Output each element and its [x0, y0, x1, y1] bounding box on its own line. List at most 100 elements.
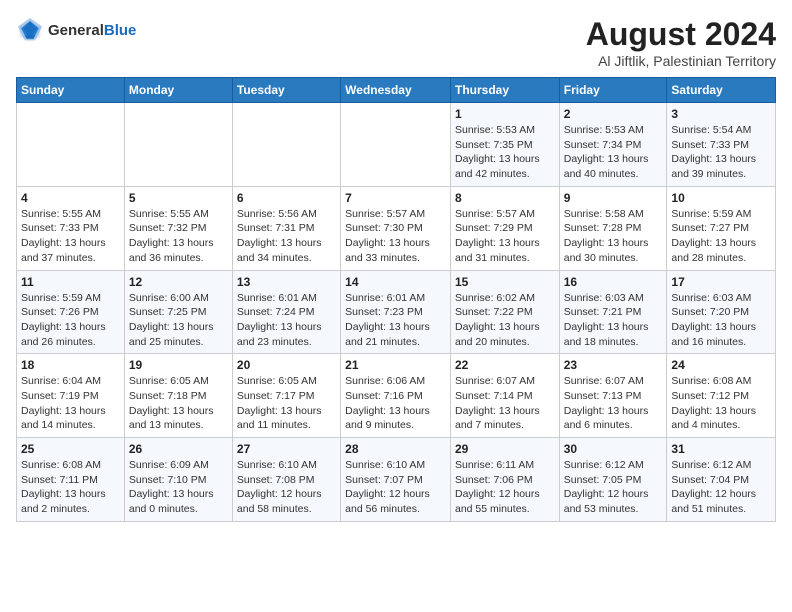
calendar-cell: 16Sunrise: 6:03 AMSunset: 7:21 PMDayligh…: [559, 270, 667, 354]
page-subtitle: Al Jiftlik, Palestinian Territory: [586, 53, 776, 69]
calendar-cell: [124, 103, 232, 187]
calendar-cell: 5Sunrise: 5:55 AMSunset: 7:32 PMDaylight…: [124, 186, 232, 270]
day-info: Sunrise: 6:03 AMSunset: 7:21 PMDaylight:…: [564, 291, 663, 350]
day-number: 10: [671, 191, 771, 205]
calendar-cell: 31Sunrise: 6:12 AMSunset: 7:04 PMDayligh…: [667, 438, 776, 522]
calendar-cell: 27 Sunrise: 6:10 AMSunset: 7:08 PMDayligh…: [232, 438, 340, 522]
header-day-sunday: Sunday: [17, 78, 125, 103]
day-info: Sunrise: 5:53 AMSunset: 7:34 PMDaylight:…: [564, 123, 663, 182]
calendar-cell: 8 Sunrise: 5:57 AMSunset: 7:29 PMDaylight…: [450, 186, 559, 270]
page-header: General Blue August 2024 Al Jiftlik, Pal…: [16, 16, 776, 69]
header-row: SundayMondayTuesdayWednesdayThursdayFrid…: [17, 78, 776, 103]
calendar-cell: 20Sunrise: 6:05 AMSunset: 7:17 PMDayligh…: [232, 354, 340, 438]
header-day-wednesday: Wednesday: [341, 78, 451, 103]
day-number: 28: [345, 442, 446, 456]
day-number: 15: [455, 275, 555, 289]
day-info: Sunrise: 6:08 AMSunset: 7:11 PMDaylight:…: [21, 458, 120, 517]
header-day-thursday: Thursday: [450, 78, 559, 103]
day-number: 27: [237, 442, 336, 456]
day-info: Sunrise: 6:01 AMSunset: 7:24 PMDaylight:…: [237, 291, 336, 350]
day-info: Sunrise: 5:53 AMSunset: 7:35 PMDaylight:…: [455, 123, 555, 182]
day-info: Sunrise: 5:57 AMSunset: 7:29 PMDaylight:…: [455, 207, 555, 266]
day-info: Sunrise: 6:12 AMSunset: 7:05 PMDaylight:…: [564, 458, 663, 517]
logo: General Blue: [16, 16, 136, 44]
day-info: Sunrise: 5:55 AMSunset: 7:33 PMDaylight:…: [21, 207, 120, 266]
calendar-cell: 2 Sunrise: 5:53 AMSunset: 7:34 PMDaylight…: [559, 103, 667, 187]
day-number: 9: [564, 191, 663, 205]
day-info: Sunrise: 6:05 AMSunset: 7:18 PMDaylight:…: [129, 374, 228, 433]
day-info: Sunrise: 6:02 AMSunset: 7:22 PMDaylight:…: [455, 291, 555, 350]
day-info: Sunrise: 6:10 AMSunset: 7:07 PMDaylight:…: [345, 458, 446, 517]
day-number: 18: [21, 358, 120, 372]
calendar-week-5: 25 Sunrise: 6:08 AMSunset: 7:11 PMDayligh…: [17, 438, 776, 522]
logo-text-blue: Blue: [104, 22, 137, 39]
calendar-cell: [17, 103, 125, 187]
calendar-cell: 1 Sunrise: 5:53 AMSunset: 7:35 PMDaylight…: [450, 103, 559, 187]
day-info: Sunrise: 6:04 AMSunset: 7:19 PMDaylight:…: [21, 374, 120, 433]
day-info: Sunrise: 6:03 AMSunset: 7:20 PMDaylight:…: [671, 291, 771, 350]
calendar-cell: [232, 103, 340, 187]
calendar-cell: 18 Sunrise: 6:04 AMSunset: 7:19 PMDayligh…: [17, 354, 125, 438]
page-title: August 2024: [586, 16, 776, 53]
day-info: Sunrise: 6:08 AMSunset: 7:12 PMDaylight:…: [671, 374, 771, 433]
header-day-monday: Monday: [124, 78, 232, 103]
calendar-header: SundayMondayTuesdayWednesdayThursdayFrid…: [17, 78, 776, 103]
day-number: 2: [564, 107, 663, 121]
day-number: 24: [671, 358, 771, 372]
day-info: Sunrise: 6:06 AMSunset: 7:16 PMDaylight:…: [345, 374, 446, 433]
day-info: Sunrise: 6:01 AMSunset: 7:23 PMDaylight:…: [345, 291, 446, 350]
day-info: Sunrise: 5:57 AMSunset: 7:30 PMDaylight:…: [345, 207, 446, 266]
day-number: 29: [455, 442, 555, 456]
calendar-cell: 4 Sunrise: 5:55 AMSunset: 7:33 PMDaylight…: [17, 186, 125, 270]
calendar-cell: 21 Sunrise: 6:06 AMSunset: 7:16 PMDayligh…: [341, 354, 451, 438]
day-number: 1: [455, 107, 555, 121]
calendar-cell: 6Sunrise: 5:56 AMSunset: 7:31 PMDaylight…: [232, 186, 340, 270]
day-info: Sunrise: 5:59 AMSunset: 7:27 PMDaylight:…: [671, 207, 771, 266]
day-info: Sunrise: 5:54 AMSunset: 7:33 PMDaylight:…: [671, 123, 771, 182]
day-number: 17: [671, 275, 771, 289]
calendar-cell: 24 Sunrise: 6:08 AMSunset: 7:12 PMDayligh…: [667, 354, 776, 438]
calendar-cell: 28 Sunrise: 6:10 AMSunset: 7:07 PMDayligh…: [341, 438, 451, 522]
calendar-cell: 19Sunrise: 6:05 AMSunset: 7:18 PMDayligh…: [124, 354, 232, 438]
day-info: Sunrise: 6:00 AMSunset: 7:25 PMDaylight:…: [129, 291, 228, 350]
day-number: 23: [564, 358, 663, 372]
day-info: Sunrise: 6:10 AMSunset: 7:08 PMDaylight:…: [237, 458, 336, 517]
day-info: Sunrise: 5:59 AMSunset: 7:26 PMDaylight:…: [21, 291, 120, 350]
calendar-cell: 17 Sunrise: 6:03 AMSunset: 7:20 PMDayligh…: [667, 270, 776, 354]
day-number: 25: [21, 442, 120, 456]
calendar-body: 1 Sunrise: 5:53 AMSunset: 7:35 PMDaylight…: [17, 103, 776, 522]
day-number: 11: [21, 275, 120, 289]
day-number: 22: [455, 358, 555, 372]
day-number: 14: [345, 275, 446, 289]
calendar-cell: 9 Sunrise: 5:58 AMSunset: 7:28 PMDaylight…: [559, 186, 667, 270]
logo-text-general: General: [48, 22, 104, 39]
calendar-table: SundayMondayTuesdayWednesdayThursdayFrid…: [16, 77, 776, 522]
day-number: 26: [129, 442, 228, 456]
day-number: 4: [21, 191, 120, 205]
calendar-cell: 22 Sunrise: 6:07 AMSunset: 7:14 PMDayligh…: [450, 354, 559, 438]
day-info: Sunrise: 6:12 AMSunset: 7:04 PMDaylight:…: [671, 458, 771, 517]
day-info: Sunrise: 6:07 AMSunset: 7:13 PMDaylight:…: [564, 374, 663, 433]
day-number: 12: [129, 275, 228, 289]
day-number: 20: [237, 358, 336, 372]
day-number: 13: [237, 275, 336, 289]
calendar-cell: 10 Sunrise: 5:59 AMSunset: 7:27 PMDayligh…: [667, 186, 776, 270]
day-number: 7: [345, 191, 446, 205]
calendar-cell: 25 Sunrise: 6:08 AMSunset: 7:11 PMDayligh…: [17, 438, 125, 522]
calendar-cell: [341, 103, 451, 187]
calendar-cell: 29 Sunrise: 6:11 AMSunset: 7:06 PMDayligh…: [450, 438, 559, 522]
calendar-cell: 30Sunrise: 6:12 AMSunset: 7:05 PMDayligh…: [559, 438, 667, 522]
day-number: 8: [455, 191, 555, 205]
logo-icon: [16, 16, 44, 44]
calendar-cell: 26Sunrise: 6:09 AMSunset: 7:10 PMDayligh…: [124, 438, 232, 522]
day-info: Sunrise: 5:58 AMSunset: 7:28 PMDaylight:…: [564, 207, 663, 266]
header-day-friday: Friday: [559, 78, 667, 103]
header-day-saturday: Saturday: [667, 78, 776, 103]
calendar-cell: 11 Sunrise: 5:59 AMSunset: 7:26 PMDayligh…: [17, 270, 125, 354]
day-number: 3: [671, 107, 771, 121]
calendar-cell: 15 Sunrise: 6:02 AMSunset: 7:22 PMDayligh…: [450, 270, 559, 354]
day-number: 21: [345, 358, 446, 372]
calendar-week-2: 4 Sunrise: 5:55 AMSunset: 7:33 PMDaylight…: [17, 186, 776, 270]
day-info: Sunrise: 6:11 AMSunset: 7:06 PMDaylight:…: [455, 458, 555, 517]
day-info: Sunrise: 6:07 AMSunset: 7:14 PMDaylight:…: [455, 374, 555, 433]
